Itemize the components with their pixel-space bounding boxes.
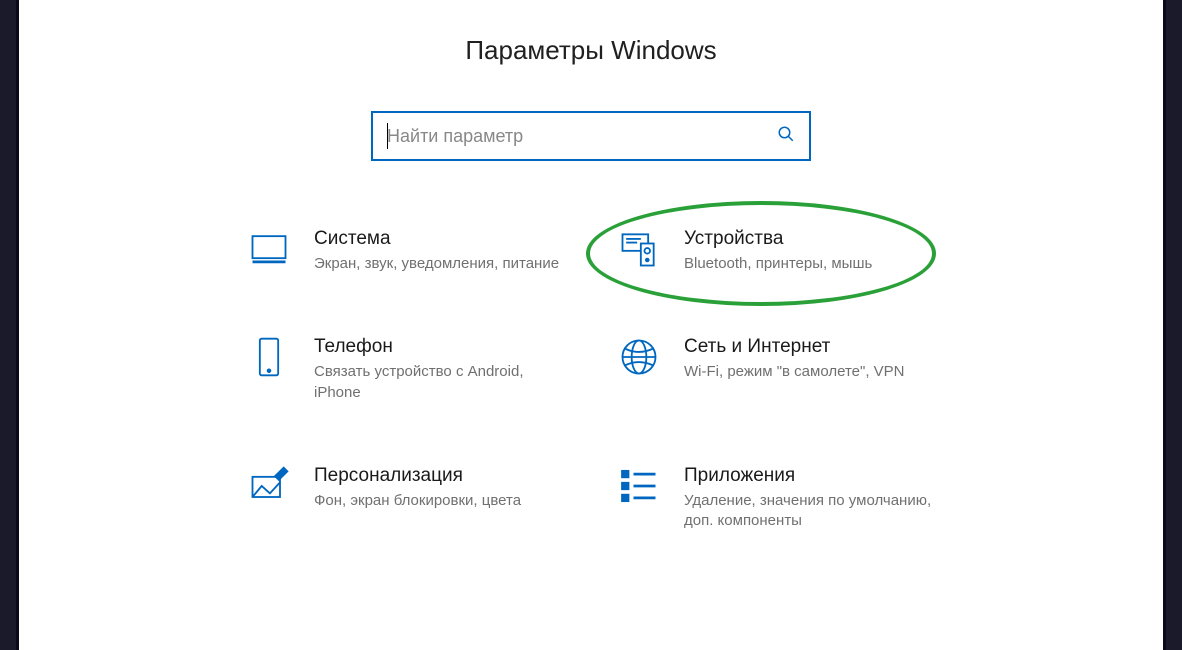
setting-desc: Удаление, значения по умолчанию, доп. ко… [684, 491, 936, 532]
apps-icon [616, 463, 662, 509]
search-box[interactable] [371, 111, 811, 161]
setting-desc: Экран, звук, уведомления, питание [314, 254, 566, 274]
setting-desc: Связать устройство с Android, iPhone [314, 362, 566, 403]
page-title: Параметры Windows [19, 35, 1163, 66]
search-icon [777, 125, 795, 148]
search-input[interactable] [387, 126, 777, 147]
system-icon [246, 226, 292, 272]
setting-text: Телефон Связать устройство с Android, iP… [314, 334, 566, 403]
setting-system[interactable]: Система Экран, звук, уведомления, питани… [246, 226, 566, 274]
setting-text: Приложения Удаление, значения по умолчан… [684, 463, 936, 532]
setting-title: Устройства [684, 228, 936, 250]
setting-network[interactable]: Сеть и Интернет Wi-Fi, режим "в самолете… [616, 334, 936, 403]
setting-text: Устройства Bluetooth, принтеры, мышь [684, 226, 936, 274]
setting-phone[interactable]: Телефон Связать устройство с Android, iP… [246, 334, 566, 403]
setting-title: Персонализация [314, 465, 566, 487]
setting-text: Персонализация Фон, экран блокировки, цв… [314, 463, 566, 511]
settings-grid: Система Экран, звук, уведомления, питани… [246, 226, 936, 531]
devices-icon [616, 226, 662, 272]
setting-desc: Bluetooth, принтеры, мышь [684, 254, 936, 274]
phone-icon [246, 334, 292, 380]
setting-title: Сеть и Интернет [684, 336, 936, 358]
setting-desc: Фон, экран блокировки, цвета [314, 491, 566, 511]
setting-title: Телефон [314, 336, 566, 358]
setting-devices[interactable]: Устройства Bluetooth, принтеры, мышь [616, 226, 936, 274]
setting-personalization[interactable]: Персонализация Фон, экран блокировки, цв… [246, 463, 566, 532]
setting-apps[interactable]: Приложения Удаление, значения по умолчан… [616, 463, 936, 532]
setting-title: Система [314, 228, 566, 250]
setting-title: Приложения [684, 465, 936, 487]
setting-text: Система Экран, звук, уведомления, питани… [314, 226, 566, 274]
setting-text: Сеть и Интернет Wi-Fi, режим "в самолете… [684, 334, 936, 382]
text-cursor [387, 123, 388, 149]
settings-window: Параметры Windows Система Экран, звук, у… [16, 0, 1166, 650]
personalization-icon [246, 463, 292, 509]
setting-desc: Wi-Fi, режим "в самолете", VPN [684, 362, 936, 382]
search-container [19, 111, 1163, 161]
network-icon [616, 334, 662, 380]
